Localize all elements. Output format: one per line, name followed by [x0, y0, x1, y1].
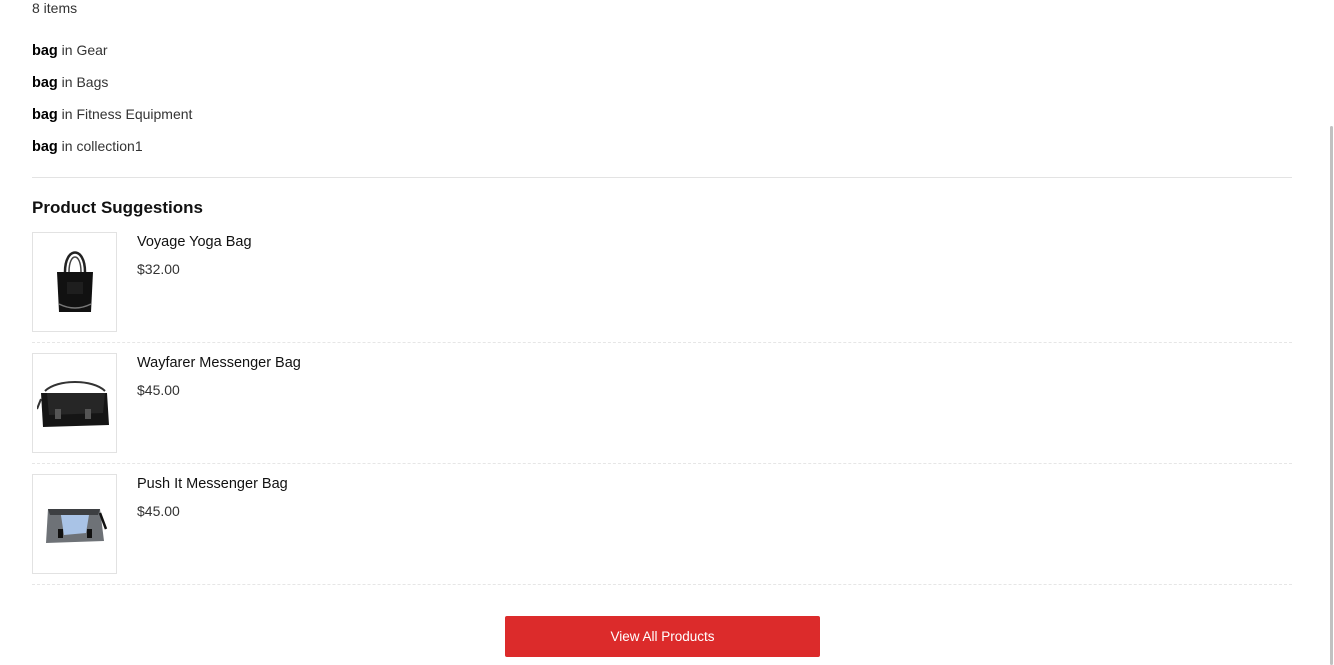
- items-count: 8 items: [32, 0, 78, 16]
- product-thumbnail[interactable]: [32, 232, 117, 332]
- section-divider: [32, 177, 1292, 178]
- messenger-bag-icon: [36, 381, 109, 427]
- product-price: $32.00: [137, 261, 180, 277]
- suggestion-term: bag: [32, 43, 58, 59]
- product-thumbnail[interactable]: [32, 353, 117, 453]
- suggestion-term: bag: [32, 139, 58, 155]
- suggestion-category: Bags: [76, 74, 109, 90]
- scrollbar[interactable]: [1328, 0, 1334, 665]
- suggestion-connector: in: [61, 138, 73, 154]
- category-suggestion[interactable]: bag in Bags: [32, 72, 192, 104]
- product-divider: [32, 342, 1292, 343]
- suggestion-term: bag: [32, 75, 58, 91]
- product-suggestions-heading: Product Suggestions: [32, 198, 203, 217]
- scrollbar-thumb[interactable]: [1330, 126, 1333, 665]
- product-thumbnail[interactable]: [32, 474, 117, 574]
- product-divider: [32, 584, 1292, 585]
- tote-bag-icon: [56, 251, 93, 312]
- product-price: $45.00: [137, 382, 180, 398]
- product-item[interactable]: Voyage Yoga Bag $32.00: [32, 232, 1292, 353]
- category-suggestion-list: bag in Gear bag in Bags bag in Fitness E…: [32, 40, 192, 168]
- product-name[interactable]: Voyage Yoga Bag: [137, 234, 252, 250]
- suggestion-category: Gear: [76, 42, 108, 58]
- view-all-products-button[interactable]: View All Products: [505, 616, 820, 657]
- product-price: $45.00: [137, 503, 180, 519]
- suggestion-category: collection1: [76, 138, 143, 154]
- suggestion-connector: in: [61, 106, 73, 122]
- category-suggestion[interactable]: bag in Fitness Equipment: [32, 104, 192, 136]
- product-name[interactable]: Wayfarer Messenger Bag: [137, 355, 301, 371]
- search-results-page: 8 items bag in Gear bag in Bags bag in F…: [0, 0, 1334, 665]
- product-item[interactable]: Push It Messenger Bag $45.00: [32, 474, 1292, 595]
- category-suggestion[interactable]: bag in Gear: [32, 40, 192, 72]
- suggestion-connector: in: [61, 42, 73, 58]
- product-name[interactable]: Push It Messenger Bag: [137, 476, 288, 492]
- product-divider: [32, 463, 1292, 464]
- suggestion-category: Fitness Equipment: [76, 106, 193, 122]
- product-suggestion-list: Voyage Yoga Bag $32.00 Wayfarer Messenge…: [32, 232, 1292, 595]
- messenger-bag-icon: [45, 509, 107, 543]
- category-suggestion[interactable]: bag in collection1: [32, 136, 192, 168]
- product-item[interactable]: Wayfarer Messenger Bag $45.00: [32, 353, 1292, 474]
- suggestion-term: bag: [32, 107, 58, 123]
- suggestion-connector: in: [61, 74, 73, 90]
